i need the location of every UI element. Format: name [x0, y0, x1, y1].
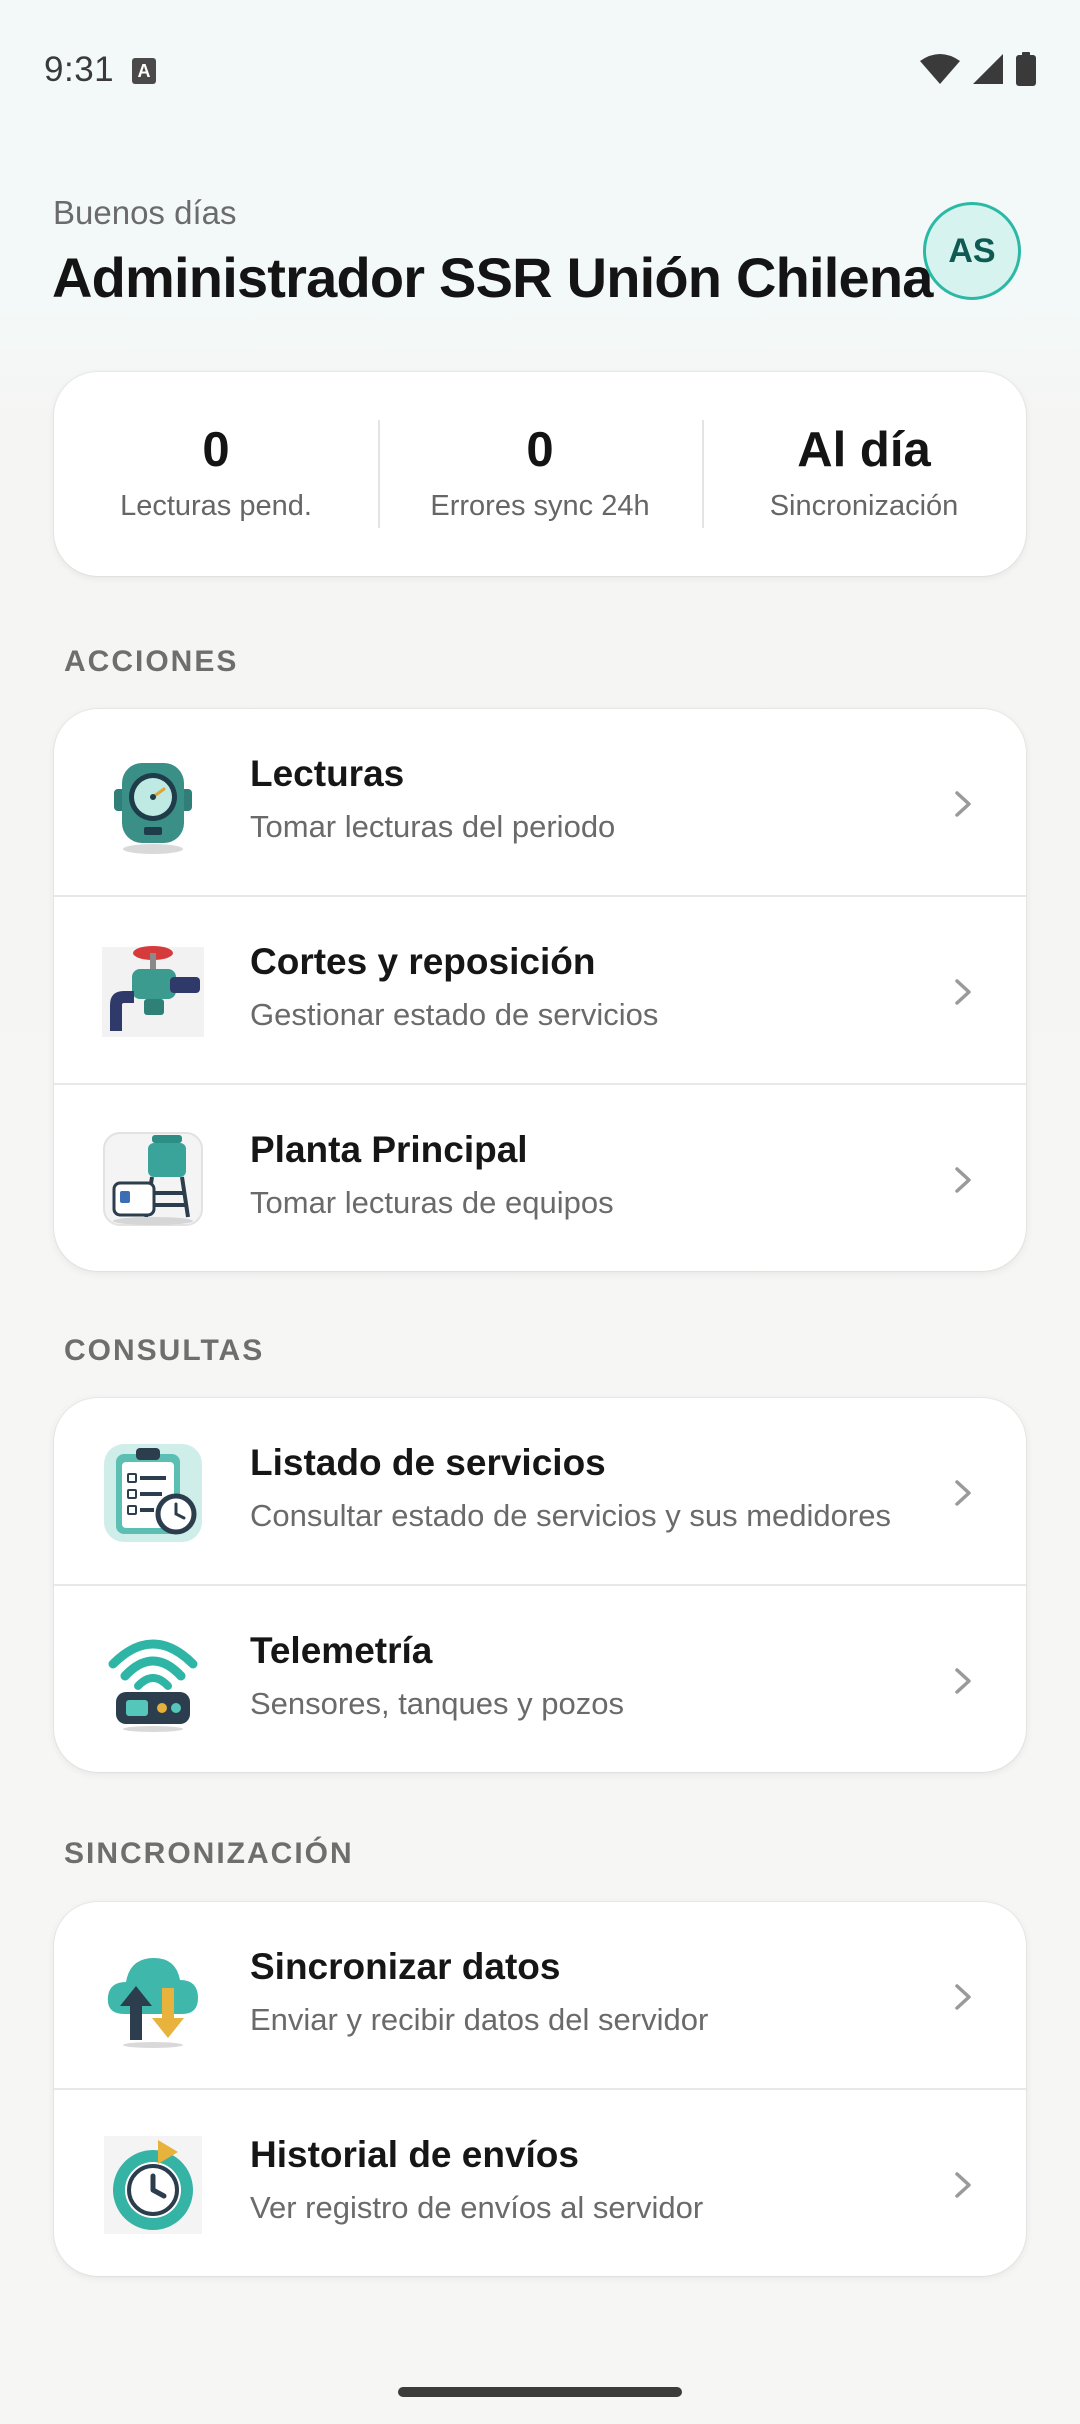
- battery-icon: [1016, 52, 1036, 91]
- item-text: Cortes y reposición Gestionar estado de …: [250, 941, 658, 1033]
- water-meter-icon: [100, 751, 206, 857]
- clipboard-list-icon: [100, 1440, 206, 1546]
- user-name-title: Administrador SSR Unión Chilena: [52, 246, 933, 309]
- stat-label: Sincronización: [769, 490, 959, 522]
- chevron-right-icon: [950, 789, 976, 819]
- stat-value: 0: [202, 423, 230, 477]
- item-title: Telemetría: [250, 1630, 433, 1671]
- item-title: Sincronizar datos: [250, 1946, 561, 1987]
- stat-sync-status: Al día Sincronización: [702, 372, 1026, 576]
- section-title-sincronizacion: SINCRONIZACIÓN: [64, 1837, 354, 1870]
- item-text: Sincronizar datos Enviar y recibir datos…: [250, 1946, 708, 2038]
- cloud-sync-icon: [100, 1944, 206, 2050]
- status-icons: [920, 52, 1036, 91]
- menu-item-cortes-reposicion[interactable]: Cortes y reposición Gestionar estado de …: [54, 895, 1026, 1083]
- item-subtitle: Enviar y recibir datos del servidor: [250, 2002, 709, 2037]
- item-subtitle: Tomar lecturas del periodo: [250, 809, 616, 844]
- item-title: Listado de servicios: [250, 1442, 606, 1483]
- item-subtitle: Consultar estado de servicios y sus medi…: [250, 1498, 891, 1533]
- item-subtitle: Gestionar estado de servicios: [250, 997, 659, 1032]
- a-text-icon: A: [132, 58, 156, 84]
- item-text: Listado de servicios Consultar estado de…: [250, 1442, 891, 1534]
- menu-item-planta-principal[interactable]: Planta Principal Tomar lecturas de equip…: [54, 1083, 1026, 1271]
- section-title-consultas: CONSULTAS: [64, 1334, 265, 1367]
- queries-card: Listado de servicios Consultar estado de…: [54, 1398, 1026, 1772]
- chevron-right-icon: [950, 1982, 976, 2012]
- actions-card: Lecturas Tomar lecturas del periodo Cort…: [54, 709, 1026, 1271]
- item-title: Planta Principal: [250, 1129, 528, 1170]
- stat-label: Errores sync 24h: [430, 490, 650, 522]
- sync-card: Sincronizar datos Enviar y recibir datos…: [54, 1902, 1026, 2276]
- menu-item-lecturas[interactable]: Lecturas Tomar lecturas del periodo: [54, 709, 1026, 895]
- menu-item-listado-servicios[interactable]: Listado de servicios Consultar estado de…: [54, 1398, 1026, 1584]
- item-subtitle: Tomar lecturas de equipos: [250, 1185, 614, 1220]
- valve-icon: [100, 939, 206, 1045]
- item-title: Lecturas: [250, 753, 405, 794]
- history-clock-icon: [100, 2132, 206, 2238]
- stat-value: Al día: [797, 423, 931, 477]
- item-text: Historial de envíos Ver registro de enví…: [250, 2134, 703, 2226]
- wifi-icon: [920, 53, 960, 90]
- stats-card: 0 Lecturas pend. 0 Errores sync 24h Al d…: [54, 372, 1026, 576]
- item-title: Historial de envíos: [250, 2134, 579, 2175]
- menu-item-historial-envios[interactable]: Historial de envíos Ver registro de enví…: [54, 2088, 1026, 2276]
- avatar[interactable]: AS: [923, 202, 1021, 300]
- chevron-right-icon: [950, 2170, 976, 2200]
- menu-item-telemetria[interactable]: Telemetría Sensores, tanques y pozos: [54, 1584, 1026, 1772]
- item-text: Telemetría Sensores, tanques y pozos: [250, 1630, 624, 1722]
- water-plant-icon: [100, 1127, 206, 1233]
- stat-label: Lecturas pend.: [120, 490, 312, 522]
- section-title-acciones: ACCIONES: [64, 645, 239, 678]
- status-time: 9:31: [44, 50, 115, 89]
- item-subtitle: Ver registro de envíos al servidor: [250, 2190, 704, 2225]
- home-indicator[interactable]: [398, 2387, 682, 2397]
- item-text: Planta Principal Tomar lecturas de equip…: [250, 1129, 614, 1221]
- item-subtitle: Sensores, tanques y pozos: [250, 1686, 624, 1721]
- stat-sync-errors: 0 Errores sync 24h: [378, 372, 702, 576]
- status-bar: 9:31 A: [0, 0, 1080, 140]
- item-text: Lecturas Tomar lecturas del periodo: [250, 753, 615, 845]
- stat-value: 0: [526, 423, 554, 477]
- greeting-text: Buenos días: [53, 194, 237, 231]
- chevron-right-icon: [950, 1478, 976, 1508]
- menu-item-sincronizar-datos[interactable]: Sincronizar datos Enviar y recibir datos…: [54, 1902, 1026, 2088]
- stat-pending-readings: 0 Lecturas pend.: [54, 372, 378, 576]
- chevron-right-icon: [950, 1666, 976, 1696]
- item-title: Cortes y reposición: [250, 941, 596, 982]
- chevron-right-icon: [950, 1165, 976, 1195]
- signal-icon: [972, 53, 1004, 90]
- telemetry-icon: [100, 1628, 206, 1734]
- chevron-right-icon: [950, 977, 976, 1007]
